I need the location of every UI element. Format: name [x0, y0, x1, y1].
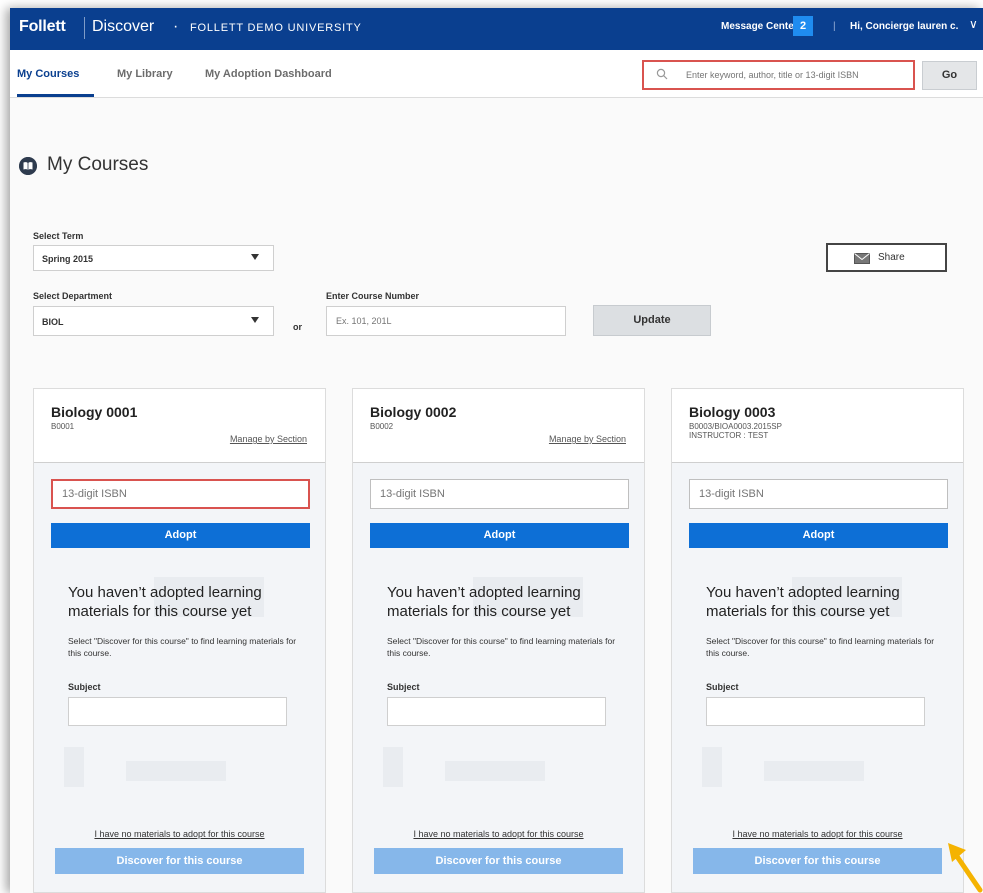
book-icon	[19, 157, 37, 175]
no-materials-link[interactable]: I have no materials to adopt for this co…	[34, 829, 325, 839]
placeholder-graphic	[764, 761, 864, 781]
placeholder-graphic	[445, 761, 545, 781]
department-select[interactable]: BIOL	[33, 306, 274, 336]
brand-divider	[84, 17, 85, 39]
course-code: B0001	[51, 422, 75, 431]
department-select-value: BIOL	[42, 317, 64, 327]
no-materials-link[interactable]: I have no materials to adopt for this co…	[672, 829, 963, 839]
empty-state-text: Select "Discover for this course" to fin…	[706, 636, 935, 658]
department-label: Select Department	[33, 291, 113, 301]
search-input[interactable]	[686, 67, 911, 83]
user-menu[interactable]: Hi, Concierge lauren c.	[850, 21, 958, 32]
go-button[interactable]: Go	[922, 61, 977, 90]
chevron-down-icon[interactable]: ∨	[969, 17, 978, 31]
course-code: B0003/BIOA0003.2015SP	[689, 422, 782, 431]
top-bar: Follett Discover · FOLLETT DEMO UNIVERSI…	[10, 8, 983, 50]
tab-my-courses[interactable]: My Courses	[17, 68, 79, 80]
course-card-header: Biology 0002 B0002 Manage by Section	[353, 389, 644, 463]
isbn-input[interactable]	[689, 479, 948, 509]
title-separator: ·	[173, 18, 179, 35]
search-box[interactable]	[642, 60, 915, 90]
course-card-header: Biology 0001 B0001 Manage by Section	[34, 389, 325, 463]
course-card-header: Biology 0003 B0003/BIOA0003.2015SP INSTR…	[672, 389, 963, 463]
active-tab-indicator	[17, 94, 94, 97]
discover-for-course-button[interactable]: Discover for this course	[374, 848, 623, 874]
adopt-button[interactable]: Adopt	[51, 523, 310, 548]
message-count-badge[interactable]: 2	[793, 16, 813, 36]
course-card-biology-0001: Biology 0001 B0001 Manage by Section Ado…	[33, 388, 326, 893]
manage-by-section-link[interactable]: Manage by Section	[549, 434, 626, 444]
adopt-button[interactable]: Adopt	[689, 523, 948, 548]
no-materials-link[interactable]: I have no materials to adopt for this co…	[353, 829, 644, 839]
course-card-biology-0003: Biology 0003 B0003/BIOA0003.2015SP INSTR…	[671, 388, 964, 893]
caret-down-icon	[251, 317, 259, 323]
pointer-arrow-icon	[948, 843, 983, 893]
message-center-link[interactable]: Message Center	[721, 21, 798, 32]
subject-label: Subject	[387, 682, 420, 692]
subject-label: Subject	[706, 682, 739, 692]
empty-state-title: You haven’t adopted learning materials f…	[387, 584, 581, 620]
empty-state-text: Select "Discover for this course" to fin…	[387, 636, 616, 658]
tab-my-library[interactable]: My Library	[117, 68, 173, 80]
course-instructor: INSTRUCTOR : TEST	[689, 431, 769, 440]
placeholder-graphic	[702, 747, 722, 787]
caret-down-icon	[251, 254, 259, 260]
course-card-biology-0002: Biology 0002 B0002 Manage by Section Ado…	[352, 388, 645, 893]
isbn-input[interactable]	[370, 479, 629, 509]
subject-label: Subject	[68, 682, 101, 692]
isbn-input[interactable]	[51, 479, 310, 509]
placeholder-graphic	[64, 747, 84, 787]
placeholder-graphic	[126, 761, 226, 781]
mail-icon	[854, 253, 870, 264]
course-code: B0002	[370, 422, 394, 431]
brand-logo[interactable]: Follett	[19, 18, 66, 36]
university-name: FOLLETT DEMO UNIVERSITY	[190, 22, 362, 34]
app-window: Follett Discover · FOLLETT DEMO UNIVERSI…	[10, 8, 983, 893]
search-icon	[656, 68, 668, 80]
tab-my-adoption-dashboard[interactable]: My Adoption Dashboard	[205, 68, 332, 80]
term-select[interactable]: Spring 2015	[33, 245, 274, 271]
placeholder-graphic	[383, 747, 403, 787]
subject-input[interactable]	[387, 697, 606, 726]
course-title: Biology 0002	[370, 404, 457, 420]
course-number-input[interactable]	[326, 306, 566, 336]
subject-input[interactable]	[706, 697, 925, 726]
course-number-label: Enter Course Number	[326, 291, 420, 301]
term-select-value: Spring 2015	[42, 254, 94, 264]
term-label: Select Term	[33, 231, 84, 241]
course-title: Biology 0003	[689, 404, 776, 420]
course-title: Biology 0001	[51, 404, 138, 420]
subject-input[interactable]	[68, 697, 287, 726]
share-button[interactable]: Share	[826, 243, 947, 272]
product-name[interactable]: Discover	[92, 18, 154, 36]
discover-for-course-button[interactable]: Discover for this course	[693, 848, 942, 874]
main-nav: My Courses My Library My Adoption Dashbo…	[10, 50, 983, 98]
or-label: or	[293, 322, 302, 332]
update-button[interactable]: Update	[593, 305, 711, 336]
empty-state-text: Select "Discover for this course" to fin…	[68, 636, 297, 658]
share-label: Share	[878, 252, 905, 263]
discover-for-course-button[interactable]: Discover for this course	[55, 848, 304, 874]
adopt-button[interactable]: Adopt	[370, 523, 629, 548]
topbar-divider: |	[833, 21, 836, 32]
manage-by-section-link[interactable]: Manage by Section	[230, 434, 307, 444]
page-title: My Courses	[47, 154, 149, 175]
empty-state-title: You haven’t adopted learning materials f…	[706, 584, 900, 620]
empty-state-title: You haven’t adopted learning materials f…	[68, 584, 262, 620]
